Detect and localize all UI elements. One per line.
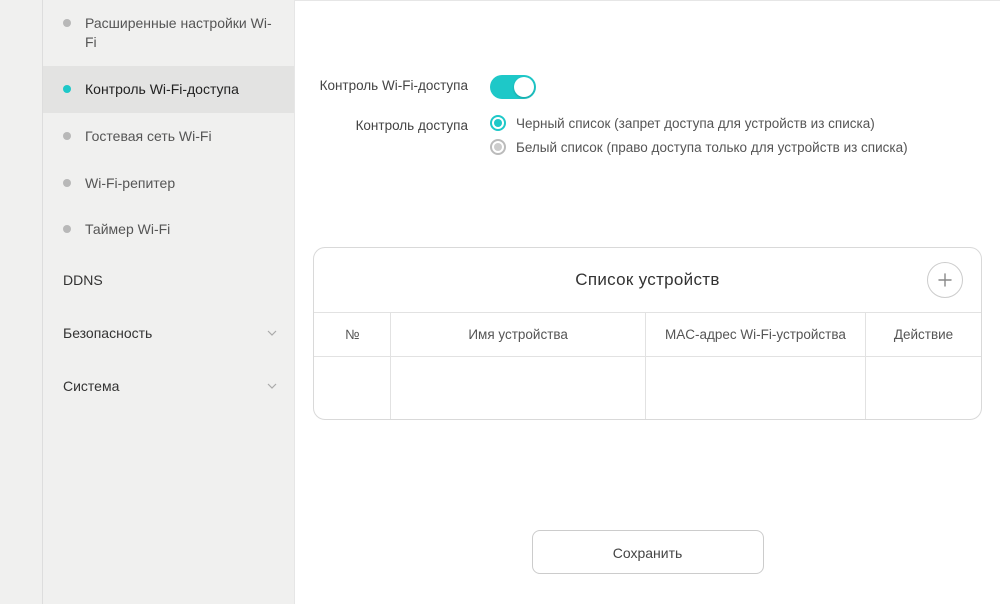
col-header-device-name: Имя устройства [391, 313, 645, 357]
sidebar-item-wifi-repeater[interactable]: Wi-Fi-репитер [43, 160, 294, 207]
radio-option-blacklist[interactable]: Черный список (запрет доступа для устрой… [490, 115, 960, 131]
cell-device-name [391, 357, 645, 419]
cell-mac [645, 357, 865, 419]
bullet-icon [63, 85, 71, 93]
sidebar-section-label: Система [63, 378, 119, 394]
sidebar-section-system[interactable]: Система [43, 359, 294, 412]
sidebar-item-label: Таймер Wi-Fi [85, 220, 170, 239]
main-content: Контроль Wi-Fi-доступа Контроль доступа … [294, 0, 1000, 604]
toggle-knob [514, 77, 534, 97]
sidebar-item-guest-wifi[interactable]: Гостевая сеть Wi-Fi [43, 113, 294, 160]
bullet-icon [63, 179, 71, 187]
sidebar-item-label: Контроль Wi-Fi-доступа [85, 80, 239, 99]
bullet-icon [63, 19, 71, 27]
sidebar: Расширенные настройки Wi-Fi Контроль Wi-… [42, 0, 294, 604]
sidebar-section-label: DDNS [63, 272, 103, 288]
row-access-mode: Контроль доступа Черный список (запрет д… [295, 115, 960, 163]
chevron-down-icon [266, 380, 278, 392]
chevron-down-icon [266, 327, 278, 339]
sidebar-item-label: Гостевая сеть Wi-Fi [85, 127, 212, 146]
bullet-icon [63, 132, 71, 140]
sidebar-section-security[interactable]: Безопасность [43, 306, 294, 359]
sidebar-item-advanced-wifi[interactable]: Расширенные настройки Wi-Fi [43, 0, 294, 66]
device-list-panel: Список устройств № Имя устройства MAC-ад… [313, 247, 982, 420]
radio-label: Черный список (запрет доступа для устрой… [516, 116, 875, 131]
toggle-label: Контроль Wi-Fi-доступа [295, 75, 490, 93]
cell-action [866, 357, 981, 419]
cell-number [314, 357, 391, 419]
sidebar-item-label: Wi-Fi-репитер [85, 174, 175, 193]
settings-form: Контроль Wi-Fi-доступа Контроль доступа … [295, 1, 1000, 163]
panel-header: Список устройств [314, 248, 981, 313]
add-device-button[interactable] [927, 262, 963, 298]
radio-label: Белый список (право доступа только для у… [516, 140, 908, 155]
save-button[interactable]: Сохранить [532, 530, 764, 574]
sidebar-item-wifi-access-control[interactable]: Контроль Wi-Fi-доступа [43, 66, 294, 113]
col-header-mac: MAC-адрес Wi-Fi-устройства [645, 313, 865, 357]
sidebar-item-label: Расширенные настройки Wi-Fi [85, 14, 278, 52]
col-header-number: № [314, 313, 391, 357]
panel-title: Список устройств [575, 270, 719, 290]
sidebar-item-wifi-timer[interactable]: Таймер Wi-Fi [43, 206, 294, 253]
table-row [314, 357, 981, 419]
device-table: № Имя устройства MAC-адрес Wi-Fi-устройс… [314, 313, 981, 419]
table-header-row: № Имя устройства MAC-адрес Wi-Fi-устройс… [314, 313, 981, 357]
col-header-action: Действие [866, 313, 981, 357]
plus-icon [937, 272, 953, 288]
radio-icon [490, 139, 506, 155]
mode-label: Контроль доступа [295, 115, 490, 133]
wifi-access-toggle[interactable] [490, 75, 536, 99]
row-access-toggle: Контроль Wi-Fi-доступа [295, 75, 960, 99]
sidebar-section-ddns[interactable]: DDNS [43, 253, 294, 306]
radio-option-whitelist[interactable]: Белый список (право доступа только для у… [490, 139, 960, 155]
radio-icon [490, 115, 506, 131]
sidebar-section-label: Безопасность [63, 325, 152, 341]
bullet-icon [63, 225, 71, 233]
